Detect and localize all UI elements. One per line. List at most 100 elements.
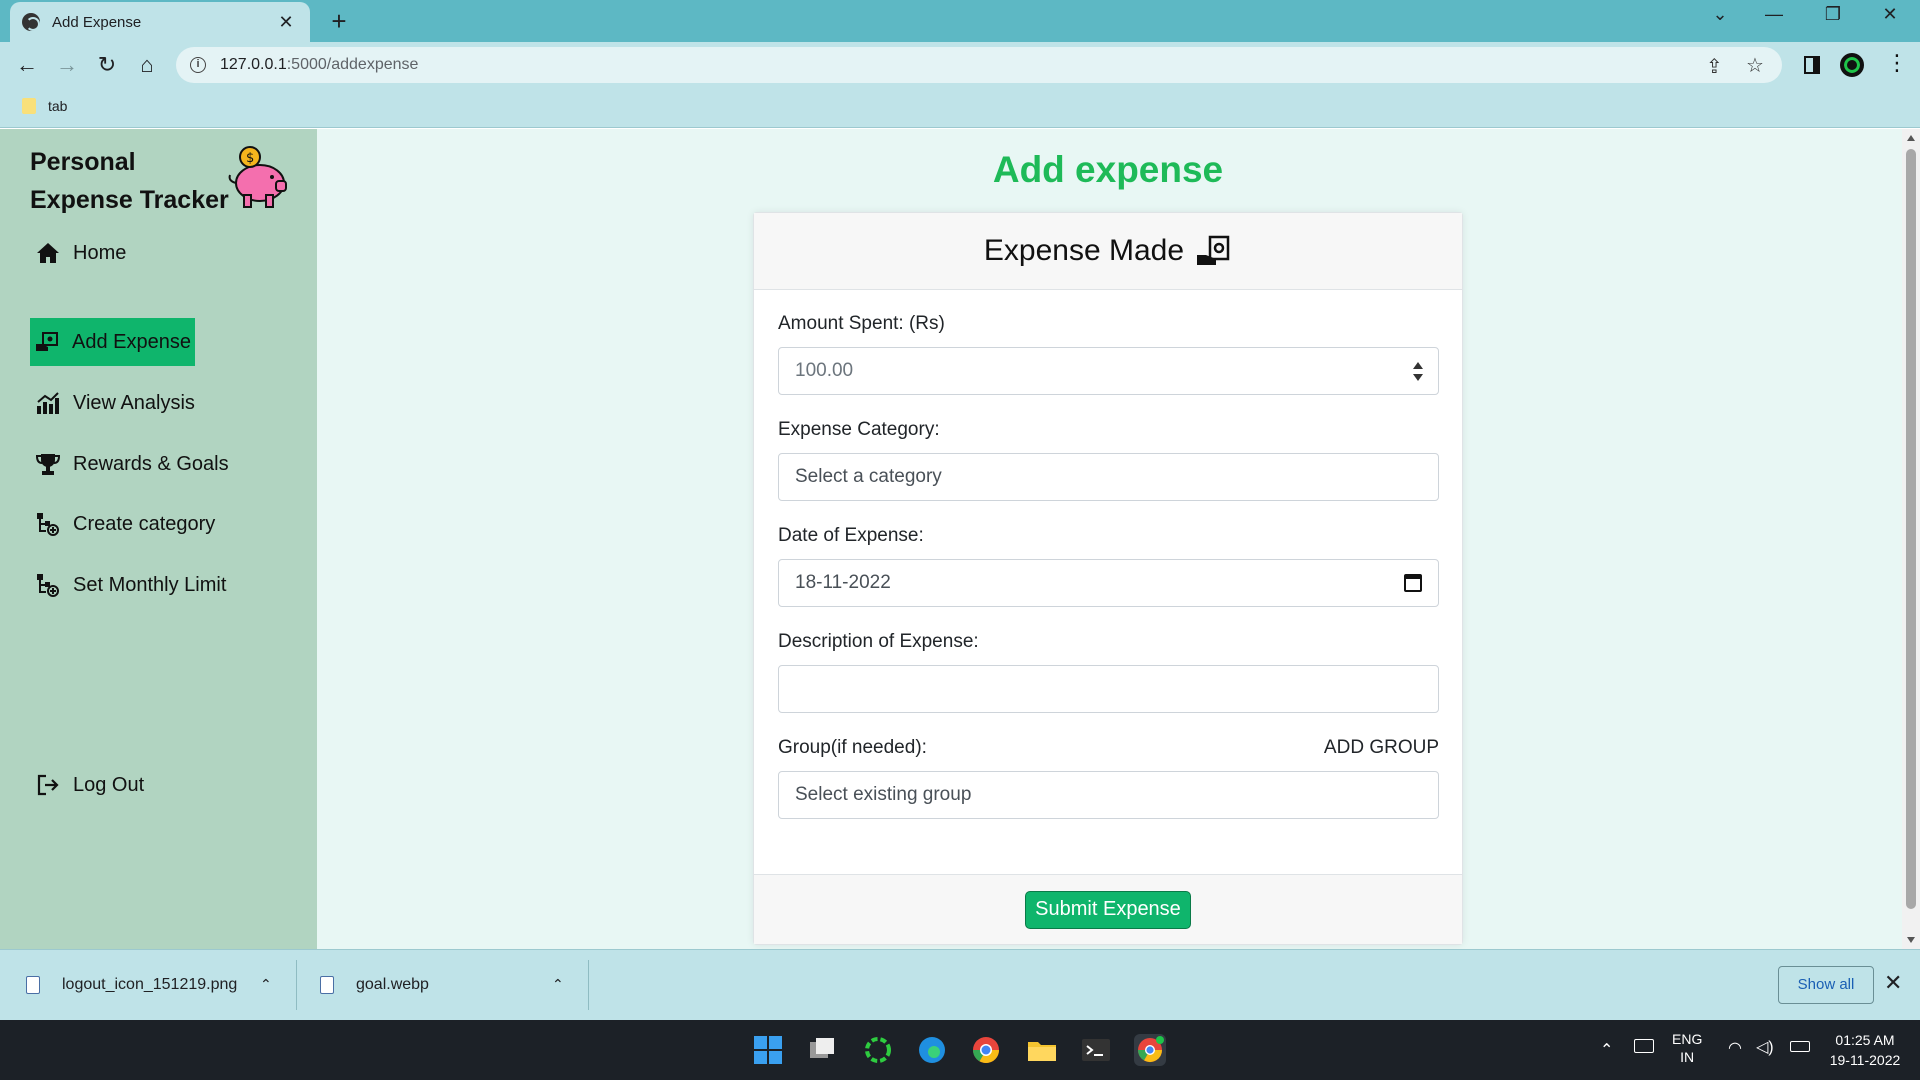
address-bar[interactable]: i 127.0.0.1 :5000/addexpense ⇪ ☆ — [176, 47, 1782, 83]
folder-icon — [22, 98, 36, 114]
logout-icon — [35, 772, 61, 798]
calendar-icon[interactable] — [1404, 574, 1422, 592]
money-hand-icon — [34, 329, 60, 355]
side-panel-icon[interactable] — [1804, 56, 1820, 74]
clock[interactable]: 01:25 AM 19-11-2022 — [1826, 1030, 1904, 1070]
bookmark-label: tab — [48, 98, 68, 114]
date-label-row: Date of Expense: — [778, 525, 1439, 559]
tab-favicon-icon — [22, 13, 40, 31]
clock-date: 19-11-2022 — [1829, 1052, 1901, 1068]
close-icon[interactable]: ✕ — [1884, 970, 1902, 996]
logout-button[interactable]: Log Out — [30, 761, 149, 809]
date-input[interactable]: 18-11-2022 — [778, 559, 1439, 607]
sidebar-item-add-expense[interactable]: Add Expense — [30, 318, 195, 366]
category-value: Select a category — [795, 466, 942, 487]
new-tab-button[interactable]: + — [324, 6, 354, 37]
scroll-up-icon[interactable] — [1907, 135, 1915, 141]
volume-icon[interactable]: ◁) — [1756, 1037, 1774, 1057]
scrollbar-thumb[interactable] — [1906, 149, 1916, 909]
category-label-row: Expense Category: — [778, 419, 1439, 453]
language-indicator[interactable]: ENG IN — [1672, 1030, 1702, 1066]
amount-input[interactable]: 100.00 — [778, 347, 1439, 395]
url-path: :5000/addexpense — [286, 56, 419, 73]
site-info-icon[interactable]: i — [190, 57, 206, 73]
home-icon — [35, 240, 61, 266]
sidebar-item-set-monthly-limit[interactable]: Set Monthly Limit — [30, 561, 231, 609]
tab-search-icon[interactable]: ⌄ — [1700, 4, 1740, 25]
tab-close-icon[interactable]: ✕ — [274, 12, 298, 33]
chart-icon — [35, 390, 61, 416]
divider — [296, 960, 297, 1010]
edge-browser-icon[interactable] — [916, 1034, 948, 1066]
file-icon — [26, 976, 40, 994]
chevron-up-icon[interactable]: ⌃ — [260, 976, 272, 993]
task-view-icon[interactable] — [806, 1034, 838, 1066]
reload-icon[interactable]: ↻ — [92, 50, 122, 80]
svg-text:$: $ — [246, 151, 254, 166]
sidebar-item-label: Add Expense — [72, 330, 191, 353]
sidebar-item-view-analysis[interactable]: View Analysis — [30, 379, 200, 427]
amount-value: 100.00 — [795, 360, 854, 381]
page-title: Add expense — [992, 149, 1224, 190]
forward-arrow-icon[interactable]: → — [52, 50, 82, 80]
back-arrow-icon[interactable]: ← — [12, 50, 42, 80]
start-windows-icon[interactable] — [752, 1034, 784, 1066]
chrome-icon[interactable] — [970, 1034, 1002, 1066]
piggy-bank-icon: $ — [228, 146, 287, 208]
close-window-button[interactable]: ✕ — [1870, 4, 1910, 25]
category-icon — [35, 511, 61, 537]
restore-button[interactable]: ❐ — [1813, 4, 1853, 25]
page-scrollbar[interactable] — [1902, 129, 1920, 949]
download-item[interactable]: goal.webp ⌃ — [320, 950, 570, 1020]
home-icon[interactable]: ⌂ — [132, 50, 162, 80]
scroll-down-icon[interactable] — [1907, 937, 1915, 943]
sidebar-item-label: Rewards & Goals — [73, 452, 229, 475]
description-input[interactable] — [778, 665, 1439, 713]
url-host: 127.0.0.1 — [220, 56, 287, 73]
brand-line-1: Personal — [30, 148, 136, 176]
browser-tab[interactable]: Add Expense ✕ — [10, 2, 310, 42]
taskbar: ⌃ ENG IN ◠ ◁) 01:25 AM 19-11-2022 — [0, 1020, 1920, 1080]
sidebar-item-home[interactable]: Home — [30, 229, 131, 277]
keyboard-icon[interactable] — [1634, 1039, 1654, 1053]
minimize-button[interactable]: — — [1754, 4, 1794, 25]
chevron-up-icon[interactable]: ⌃ — [1600, 1040, 1613, 1060]
download-item[interactable]: logout_icon_151219.png ⌃ — [26, 950, 276, 1020]
sidebar-item-create-category[interactable]: Create category — [30, 500, 220, 548]
chrome-active-icon[interactable] — [1134, 1034, 1166, 1066]
wifi-icon[interactable]: ◠ — [1728, 1038, 1742, 1058]
menu-kebab-icon[interactable]: ⋮ — [1886, 50, 1908, 76]
battery-icon[interactable] — [1790, 1041, 1810, 1052]
submit-expense-button[interactable]: Submit Expense — [1025, 890, 1191, 929]
brand-line-2: Expense Tracker — [30, 186, 229, 214]
sidebar: Personal Expense Tracker $ Home Add Expe… — [0, 129, 317, 949]
share-icon[interactable]: ⇪ — [1706, 54, 1723, 79]
sidebar-item-rewards-goals[interactable]: Rewards & Goals — [30, 440, 234, 488]
sidebar-item-label: Home — [73, 241, 127, 264]
amount-label-row: Amount Spent: (Rs) — [778, 313, 1439, 347]
group-value: Select existing group — [795, 784, 972, 805]
file-icon — [320, 976, 334, 994]
terminal-icon[interactable] — [1080, 1034, 1112, 1066]
profile-avatar[interactable] — [1840, 53, 1864, 77]
sidebar-item-label: Set Monthly Limit — [73, 573, 227, 596]
expense-form: Amount Spent: (Rs) 100.00 Expense Catego… — [778, 313, 1439, 843]
chevron-up-icon[interactable]: ⌃ — [552, 976, 564, 993]
logout-label: Log Out — [73, 773, 145, 796]
divider — [588, 960, 589, 1010]
number-spinner-icon[interactable] — [1412, 360, 1424, 384]
show-all-button[interactable]: Show all — [1778, 966, 1874, 1004]
group-label-row: Group(if needed): ADD GROUP — [778, 737, 1439, 771]
group-label: Group(if needed): — [778, 737, 927, 758]
date-label: Date of Expense: — [778, 525, 924, 546]
download-bar: logout_icon_151219.png ⌃ goal.webp ⌃ Sho… — [0, 949, 1920, 1020]
add-group-link[interactable]: ADD GROUP — [1324, 737, 1439, 771]
category-select[interactable]: Select a category — [778, 453, 1439, 501]
file-explorer-icon[interactable] — [1026, 1034, 1058, 1066]
group-select[interactable]: Select existing group — [778, 771, 1439, 819]
lang-line-1: ENG — [1672, 1031, 1703, 1047]
spinner-app-icon[interactable] — [862, 1034, 894, 1066]
trophy-icon — [35, 451, 61, 477]
bookmark-tab[interactable]: tab — [22, 98, 67, 114]
bookmark-star-icon[interactable]: ☆ — [1746, 53, 1764, 78]
